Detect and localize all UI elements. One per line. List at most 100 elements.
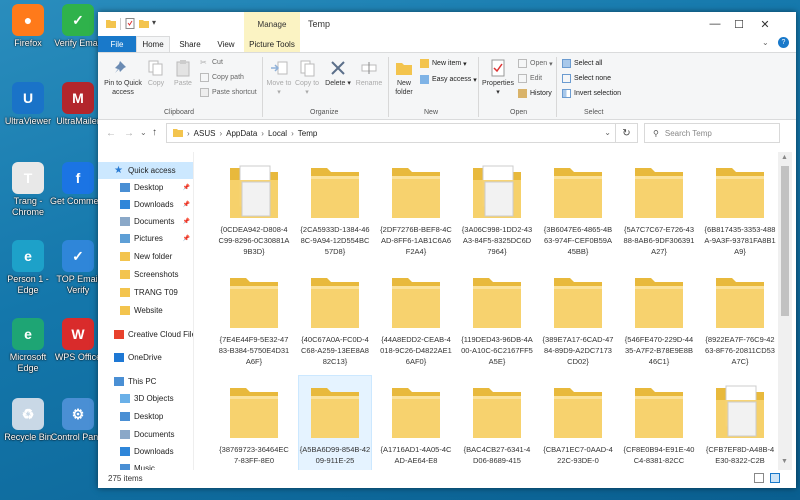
chevron-down-icon[interactable]: ⌄	[762, 38, 769, 47]
scroll-up-icon[interactable]: ▲	[781, 154, 788, 161]
folder-item[interactable]: {CF8E0B94-E91E-40C4-8381-82CC	[623, 376, 695, 470]
properties-button[interactable]: Properties ▾	[480, 59, 516, 97]
sidebar-item[interactable]: This PC	[98, 373, 193, 390]
rename-button[interactable]: Rename	[354, 59, 384, 88]
sidebar-item[interactable]: Pictures 📌	[98, 230, 193, 247]
search-box[interactable]: ⚲ Search Temp	[644, 123, 780, 143]
folder-item[interactable]: {5A7C7C67-E726-4388-8AB6-9DF306391A27}	[623, 156, 695, 264]
back-arrow-icon[interactable]: ←	[106, 128, 116, 139]
sidebar-item[interactable]: Creative Cloud File	[98, 326, 193, 343]
scrollbar-thumb[interactable]	[781, 166, 789, 316]
scroll-down-icon[interactable]: ▼	[781, 458, 788, 465]
recent-locations-icon[interactable]: ⌄	[140, 128, 147, 137]
open-icon	[518, 59, 527, 68]
sidebar-item[interactable]: ★ Quick access	[98, 162, 193, 179]
details-view-icon[interactable]	[754, 473, 764, 483]
new-folder-icon[interactable]	[139, 18, 149, 29]
folder-icon	[226, 382, 282, 442]
sidebar-item[interactable]: TRANG T09	[98, 284, 193, 301]
folder-item[interactable]: {389E7A17-6CAD-4784-89D9-A2DC7173CD02}	[542, 266, 614, 374]
sidebar-item[interactable]: Desktop 📌	[98, 179, 193, 196]
sidebar-item[interactable]: Downloads	[98, 443, 193, 460]
breadcrumb-local[interactable]: Local	[268, 129, 287, 138]
folder-item[interactable]: {44A8EDD2-CEAB-4018-9C26-D4822AE16AF0}	[380, 266, 452, 374]
forward-arrow-icon[interactable]: →	[124, 128, 134, 139]
folder-item[interactable]: {2DF7276B-BEF8-4CAD-8FF6-1AB1C6A6F2A4}	[380, 156, 452, 264]
copy-path-button[interactable]: Copy path	[200, 73, 244, 82]
folder-item[interactable]: {A5BA6D99-854B-4209-911E-25	[298, 375, 372, 470]
desktop-icon[interactable]: e Person 1 - Edge	[0, 240, 56, 296]
select-all-button[interactable]: Select all	[562, 59, 602, 68]
move-to-button[interactable]: Move to ▾	[266, 59, 292, 97]
folder-item[interactable]: {CBA71EC7-0AAD-422C-93DE-0	[542, 376, 614, 470]
desktop-icon[interactable]: e Microsoft Edge	[0, 318, 56, 374]
paste-shortcut-button[interactable]: Paste shortcut	[200, 88, 257, 97]
invert-selection-button[interactable]: Invert selection	[562, 89, 621, 98]
address-bar[interactable]: › ASUS › AppData › Local › Temp ⌄ ↻	[166, 123, 638, 143]
folder-item[interactable]: {7E4E44F9-5E32-4783-B384-5750E4D31A6F}	[218, 266, 290, 374]
select-none-button[interactable]: Select none	[562, 74, 611, 83]
delete-button[interactable]: Delete ▾	[324, 59, 352, 88]
folder-item[interactable]: {CFB7EF8D-A48B-4E30-8322-C2B	[704, 376, 776, 470]
new-folder-button[interactable]: New folder	[390, 59, 418, 97]
customize-toolbar-icon[interactable]: ▾	[152, 18, 162, 29]
breadcrumb-asus[interactable]: ASUS	[194, 129, 216, 138]
paste-button[interactable]: Paste	[170, 59, 196, 88]
chevron-down-icon[interactable]: ⌄	[604, 128, 611, 137]
desktop-icon[interactable]: U UltraViewer	[0, 82, 56, 127]
folder-item[interactable]: {3A06C998-1DD2-43A3-84F5-8325DC6D7964}	[461, 156, 533, 264]
sidebar-item[interactable]: Website	[98, 302, 193, 319]
pin-quick-access-button[interactable]: Pin to Quick access	[102, 59, 144, 97]
desktop-icon[interactable]: ♻ Recycle Bin	[0, 398, 56, 443]
properties-icon[interactable]	[125, 18, 135, 29]
folder-item[interactable]: {BAC4CB27-6341-4D06-8689-415	[461, 376, 533, 470]
copy-to-button[interactable]: Copy to ▾	[294, 59, 320, 97]
refresh-icon[interactable]: ↻	[615, 124, 637, 142]
close-button[interactable]: ✕	[754, 15, 776, 33]
minimize-button[interactable]: —	[704, 15, 726, 33]
cut-button[interactable]: ✂ Cut	[200, 58, 223, 67]
desktop-icon[interactable]: T Trang - Chrome	[0, 162, 56, 218]
sidebar-item[interactable]: 3D Objects	[98, 390, 193, 407]
sidebar-item[interactable]: Desktop	[98, 408, 193, 425]
vertical-scrollbar[interactable]: ▲ ▼	[778, 152, 792, 470]
new-item-button[interactable]: New item ▾	[420, 59, 467, 68]
help-icon[interactable]: ?	[778, 37, 789, 48]
maximize-button[interactable]: ☐	[728, 15, 750, 33]
history-button[interactable]: History	[518, 89, 552, 98]
contextual-tab-manage[interactable]: Manage	[244, 12, 300, 36]
item-count: 275 items	[108, 474, 143, 483]
sidebar-item[interactable]: Documents	[98, 426, 193, 443]
copy-button[interactable]: Copy	[144, 59, 168, 88]
folder-item[interactable]: {38769723-36464EC7-83FF-8E0	[218, 376, 290, 470]
tab-picture-tools[interactable]: Picture Tools	[244, 36, 300, 52]
folder-item[interactable]: {2CA5933D-1384-468C-9A94-12D554BC57D8}	[299, 156, 371, 264]
sidebar-item[interactable]: Screenshots	[98, 266, 193, 283]
folder-item[interactable]: {546FE470-229D-4435-A7F2-B78E9E8B46C1}	[623, 266, 695, 374]
tab-view[interactable]: View	[210, 36, 242, 52]
open-button[interactable]: Open ▾	[518, 59, 553, 68]
folder-item[interactable]: {6B817435-3353-488A-9A3F-93781FA8B1A9}	[704, 156, 776, 264]
folder-item[interactable]: {0CDEA942-D808-4C99-8296-0C30881A9B3D}	[218, 156, 290, 264]
tab-file[interactable]: File	[98, 36, 136, 52]
desktop-icon[interactable]: ● Firefox	[0, 4, 56, 49]
sidebar-item[interactable]: New folder	[98, 248, 193, 265]
tab-home[interactable]: Home	[136, 36, 170, 52]
breadcrumb-temp[interactable]: Temp	[298, 129, 318, 138]
easy-access-button[interactable]: Easy access ▾	[420, 75, 477, 84]
folder-item[interactable]: {40C67A0A-FC0D-4C68-A259-13EE8A882C13}	[299, 266, 371, 374]
folder-item[interactable]: {3B6047E6-4865-4B63-974F-CEF0B59A45BB}	[542, 156, 614, 264]
folder-item[interactable]: {119DED43-96DB-4A00-A10C-6C2167FF5A5E}	[461, 266, 533, 374]
breadcrumb-appdata[interactable]: AppData	[226, 129, 257, 138]
sidebar-item[interactable]: Downloads 📌	[98, 196, 193, 213]
large-icons-view-icon[interactable]	[770, 473, 780, 483]
folder-item[interactable]: {8922EA7F-76C9-4263-8F76-20811CD53A7C}	[704, 266, 776, 374]
sidebar-item[interactable]: Documents 📌	[98, 213, 193, 230]
sidebar-item[interactable]: Music	[98, 460, 193, 470]
tab-share[interactable]: Share	[172, 36, 208, 52]
document-icon	[120, 217, 130, 226]
folder-item[interactable]: {A1716AD1-4A05-4CAD-AE64-E8	[380, 376, 452, 470]
up-arrow-icon[interactable]: ↑	[152, 127, 157, 138]
edit-button[interactable]: Edit	[518, 74, 542, 83]
sidebar-item[interactable]: OneDrive	[98, 349, 193, 366]
